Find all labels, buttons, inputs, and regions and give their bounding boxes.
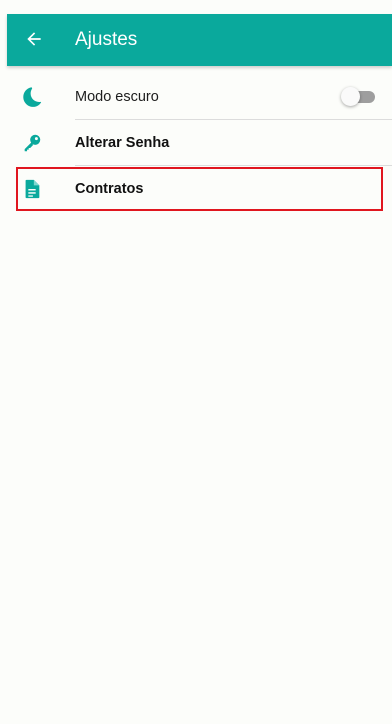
key-icon	[21, 132, 43, 154]
document-icon	[21, 178, 43, 200]
dark-mode-label: Modo escuro	[75, 89, 159, 105]
settings-list: Modo escuro Alterar Senha Contratos	[7, 74, 392, 212]
settings-item-dark-mode[interactable]: Modo escuro	[7, 74, 392, 120]
arrow-left-icon	[27, 32, 41, 46]
page-title: Ajustes	[75, 29, 138, 50]
back-button[interactable]	[19, 24, 49, 54]
settings-screen: Ajustes Modo escuro Alterar Senha Contra…	[0, 0, 392, 724]
dark-mode-toggle[interactable]	[341, 87, 375, 106]
contracts-label: Contratos	[75, 181, 144, 197]
change-password-label: Alterar Senha	[75, 135, 170, 151]
moon-icon	[21, 86, 43, 108]
app-bar: Ajustes	[7, 14, 392, 66]
toggle-thumb	[341, 87, 360, 106]
settings-item-change-password[interactable]: Alterar Senha	[7, 120, 392, 166]
settings-item-contracts[interactable]: Contratos	[7, 166, 392, 212]
